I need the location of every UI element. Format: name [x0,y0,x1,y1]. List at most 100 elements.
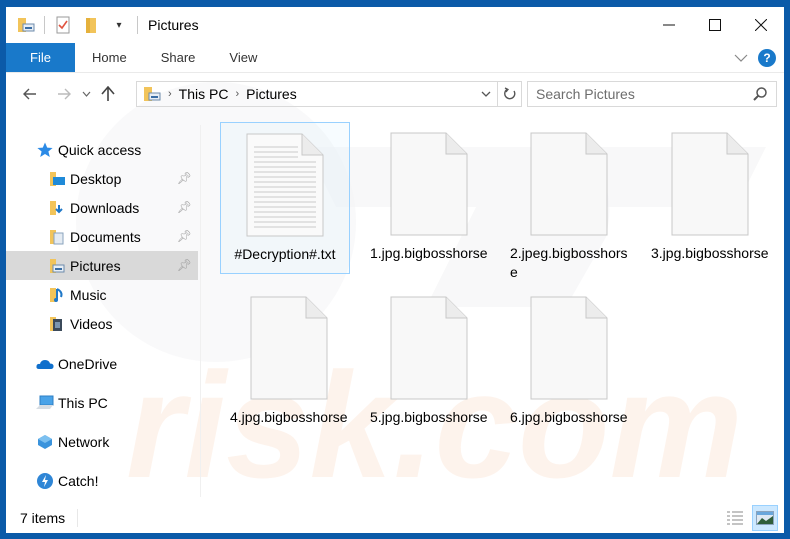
status-divider [77,509,79,527]
tab-view[interactable]: View [212,43,274,72]
file-item[interactable]: 6.jpg.bigbosshorse [504,286,634,438]
music-folder-icon [48,286,66,304]
up-button[interactable] [94,80,122,108]
tab-home[interactable]: Home [75,43,144,72]
file-list: #Decryption#.txt 1.jpg.bigbosshorse 2.jp… [202,117,784,497]
blank-file-icon [250,296,328,400]
sidebar-label: Desktop [70,170,122,187]
sidebar-label: Videos [70,315,113,332]
sidebar-item-pictures[interactable]: Pictures 📌︎ [6,251,198,280]
pictures-folder-icon [48,257,66,275]
tab-file[interactable]: File [6,43,75,72]
window-controls [646,7,784,43]
blank-file-icon [671,132,749,236]
pin-icon[interactable]: 📌︎ [177,200,192,214]
catch-icon [36,472,54,490]
item-count: 7 items [20,510,66,526]
file-name: 6.jpg.bigbosshorse [510,409,628,425]
forward-button[interactable] [50,80,78,108]
customize-dropdown-icon[interactable]: ▾ [109,15,129,35]
back-button[interactable] [16,80,44,108]
desktop-folder-icon [48,170,66,188]
help-button[interactable]: ? [758,49,776,67]
file-item[interactable]: 4.jpg.bigbosshorse [224,286,354,438]
sidebar-label: Documents [70,228,141,245]
blank-file-icon [390,296,468,400]
details-view-icon [727,511,743,525]
navigation-bar: › This PC › Pictures [6,79,784,109]
file-item[interactable]: 2.jpeg.bigbosshorse [504,122,634,280]
close-button[interactable] [738,7,784,43]
sidebar-item-videos[interactable]: Videos [6,309,198,338]
onedrive-icon [36,355,54,373]
sidebar-label: Downloads [70,199,140,216]
refresh-button[interactable] [498,81,522,107]
large-icons-view-icon [756,511,774,525]
sidebar-item-documents[interactable]: Documents 📌︎ [6,222,198,251]
network-icon [36,433,54,451]
this-pc-icon [36,394,54,412]
ribbon-tabs: File Home Share View ? [6,43,784,73]
file-item[interactable]: 3.jpg.bigbosshorse [645,122,775,274]
search-icon[interactable] [752,86,768,107]
star-icon [36,141,54,159]
address-dropdown-icon[interactable] [481,88,491,100]
properties-icon[interactable] [53,15,73,35]
sidebar-item-downloads[interactable]: Downloads 📌︎ [6,193,198,222]
file-item[interactable]: 5.jpg.bigbosshorse [364,286,494,438]
pin-icon[interactable]: 📌︎ [177,171,192,185]
sidebar-label: OneDrive [58,355,118,372]
large-icons-view-button[interactable] [752,505,778,531]
expand-ribbon-icon[interactable] [734,49,748,67]
folder-pictures-icon [16,15,36,35]
search-input[interactable] [536,86,746,102]
pin-icon[interactable]: 📌︎ [177,258,192,272]
search-box[interactable] [527,81,777,107]
file-item[interactable]: 1.jpg.bigbosshorse [364,122,494,274]
sidebar-onedrive[interactable]: OneDrive [36,349,196,378]
sidebar-network[interactable]: Network [36,427,196,456]
address-bar[interactable]: › This PC › Pictures [136,81,498,107]
quick-access-toolbar: ▾ Pictures [6,7,199,43]
recent-locations-button[interactable] [78,80,94,108]
blank-file-icon [530,296,608,400]
toolbar-divider [44,16,45,34]
sidebar-catch[interactable]: Catch! [36,466,196,495]
downloads-folder-icon [48,199,66,217]
title-bar: ▾ Pictures [6,7,784,43]
file-item[interactable]: #Decryption#.txt [220,122,350,274]
pin-icon[interactable]: 📌︎ [177,229,192,243]
navigation-pane: Quick access Desktop 📌︎ Downloads 📌︎ Doc… [6,125,201,497]
breadcrumb-separator-icon: › [235,88,240,100]
file-name: 4.jpg.bigbosshorse [230,409,348,425]
minimize-button[interactable] [646,7,692,43]
sidebar-item-desktop[interactable]: Desktop 📌︎ [6,164,198,193]
new-folder-icon[interactable] [81,15,101,35]
videos-folder-icon [48,315,66,333]
file-name: 1.jpg.bigbosshorse [370,245,488,261]
details-view-button[interactable] [722,505,748,531]
blank-file-icon [390,132,468,236]
sidebar-label: Pictures [70,257,121,274]
sidebar-label: Network [58,433,110,450]
pictures-folder-icon [143,86,161,102]
tab-share[interactable]: Share [144,43,213,72]
sidebar-item-music[interactable]: Music [6,280,198,309]
file-name: 3.jpg.bigbosshorse [651,245,769,261]
file-name: 2.jpeg.bigbosshorse [510,245,628,280]
sidebar-label: Music [70,286,107,303]
breadcrumb-pictures[interactable]: Pictures [246,86,297,102]
sidebar-quick-access[interactable]: Quick access [36,135,196,164]
text-file-icon [246,133,324,237]
maximize-button[interactable] [692,7,738,43]
sidebar-this-pc[interactable]: This PC [36,388,196,417]
sidebar-label: This PC [58,394,108,411]
breadcrumb-separator-icon: › [168,88,172,100]
sidebar-label: Catch! [58,472,99,489]
sidebar-label: Quick access [58,141,142,158]
status-bar: 7 items [6,503,784,533]
documents-folder-icon [48,228,66,246]
file-explorer-window: risk.com ▾ Pictures File Home Share View… [6,7,784,533]
breadcrumb-this-pc[interactable]: This PC [179,86,229,102]
blank-file-icon [530,132,608,236]
